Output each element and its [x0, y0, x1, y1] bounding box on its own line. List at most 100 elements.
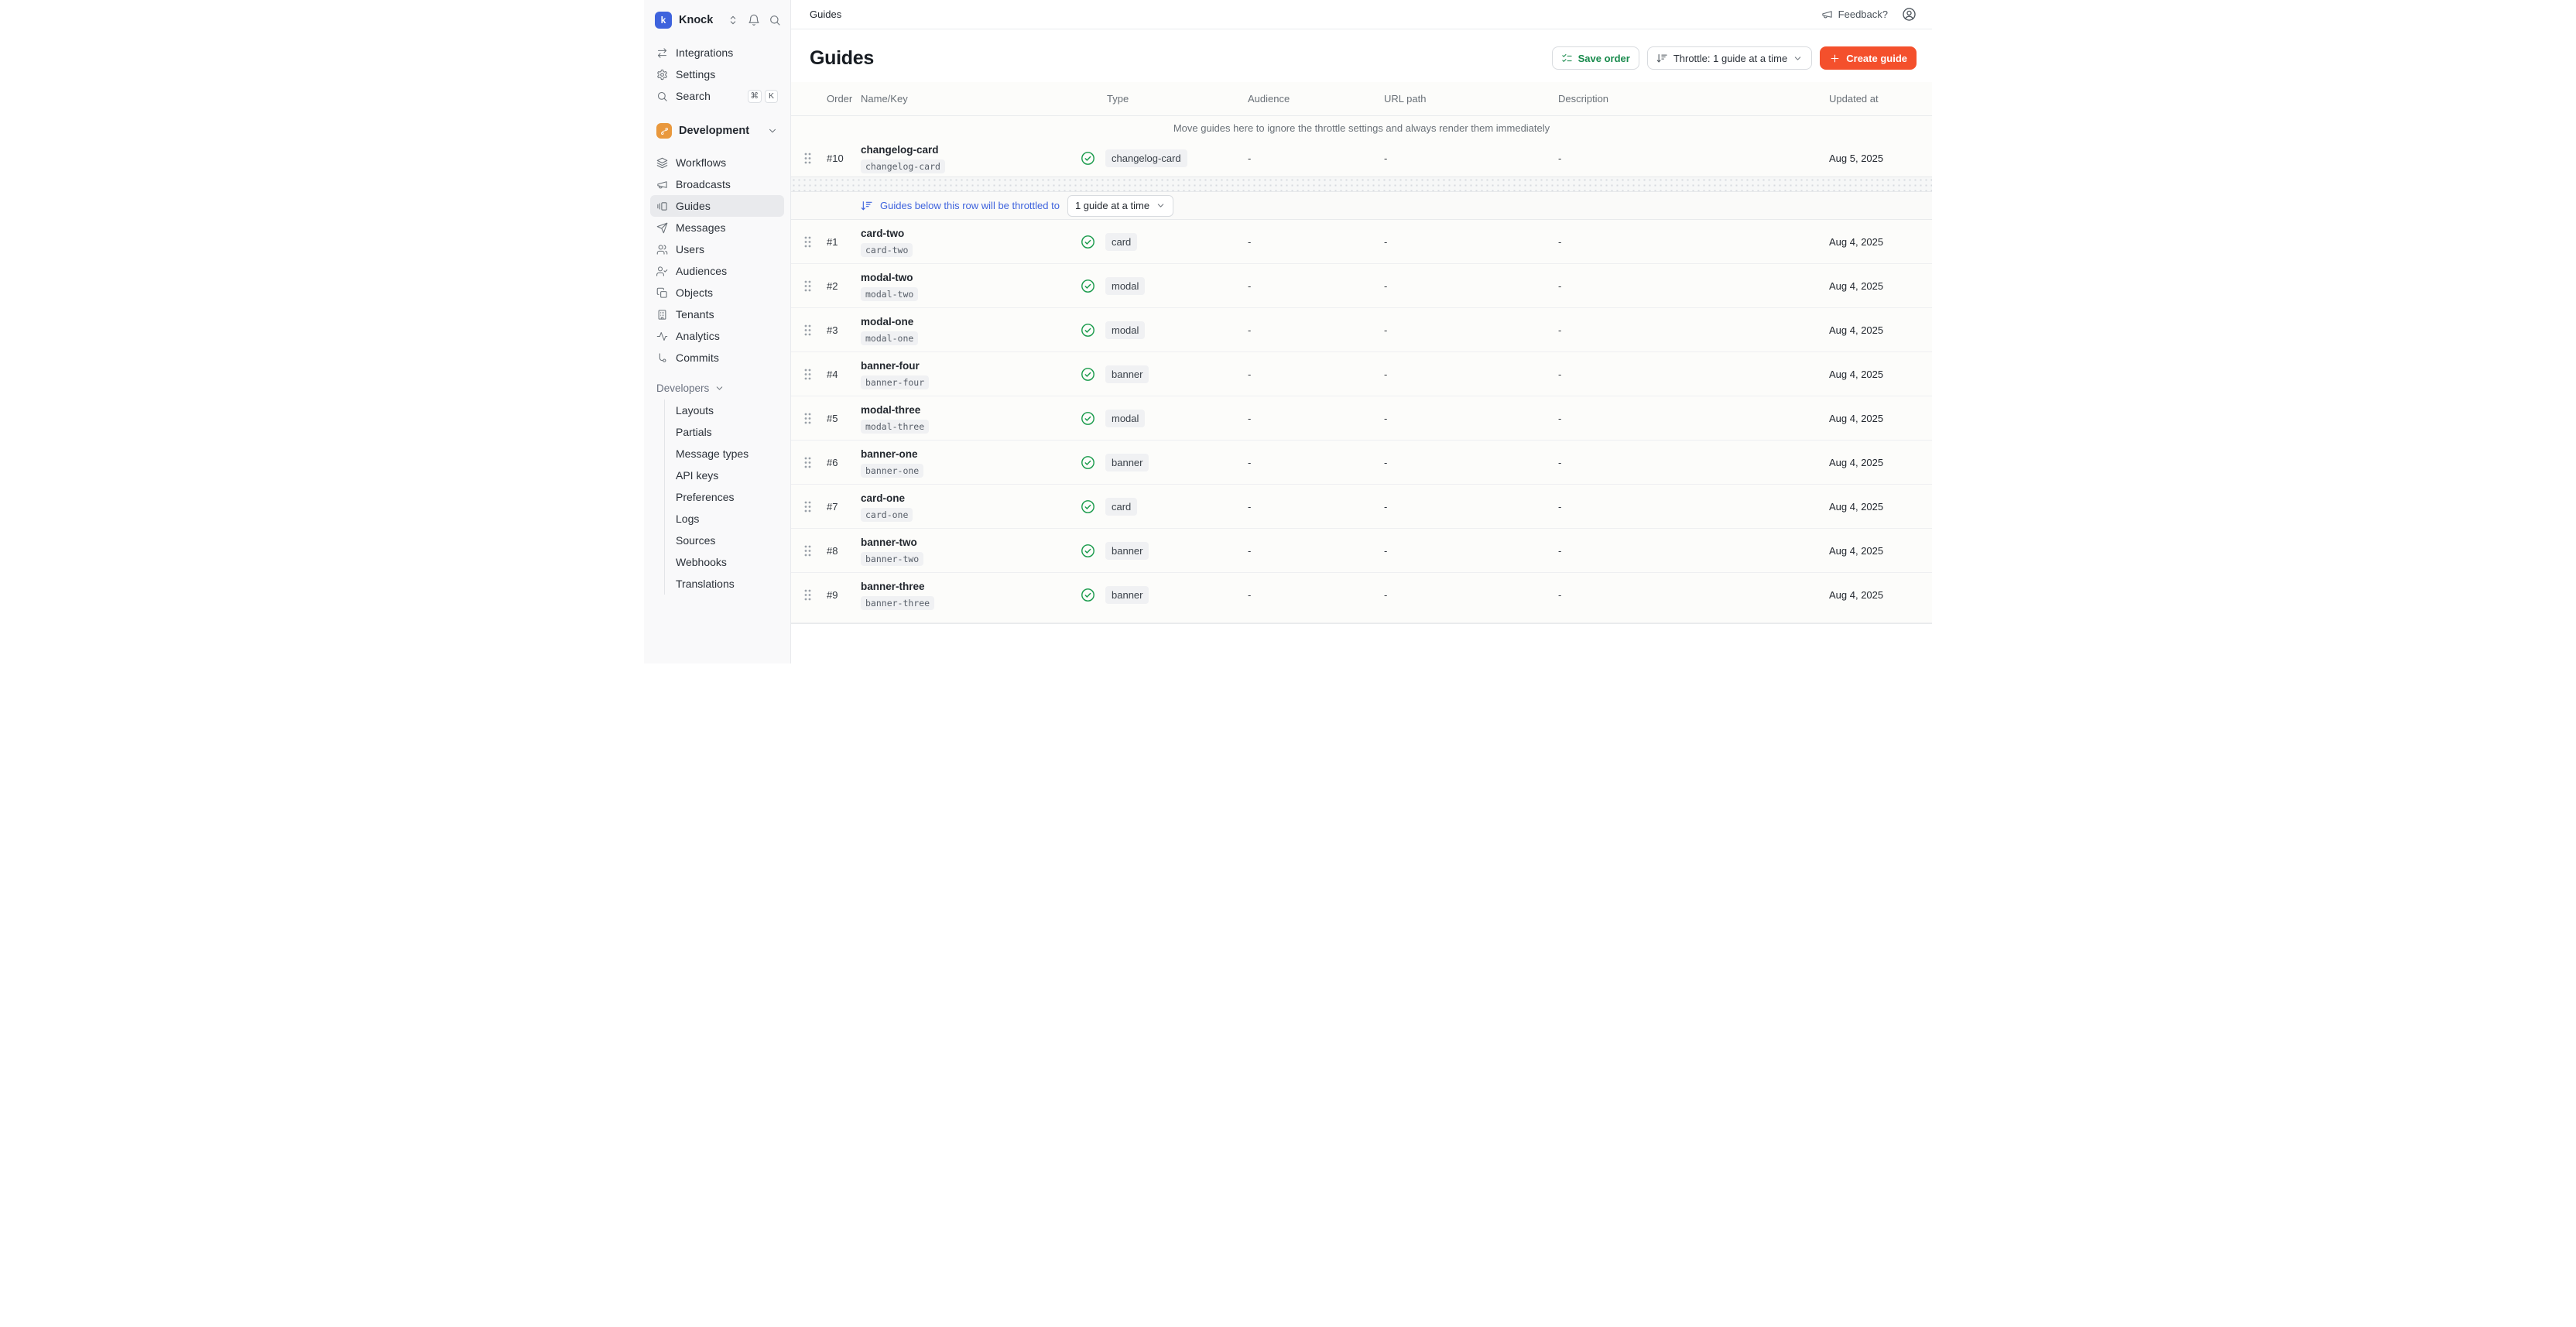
drag-handle-icon[interactable]: [803, 235, 812, 249]
sidebar-item-guides[interactable]: Guides: [650, 195, 784, 217]
guide-row-modal-three[interactable]: #5 modal-three modal-three modal - - - A…: [791, 396, 1932, 441]
guide-description: -: [1558, 545, 1829, 557]
guide-updated-at: Aug 4, 2025: [1829, 545, 1913, 557]
drag-handle-icon[interactable]: [803, 412, 812, 425]
developers-section-toggle[interactable]: Developers: [650, 378, 784, 398]
chevron-down-icon: [1156, 201, 1166, 211]
developers-section: Developers Layouts Partials Message type…: [650, 378, 784, 595]
workspace-switcher[interactable]: k Knock: [650, 6, 784, 34]
sidebar-item-commits[interactable]: Commits: [650, 347, 784, 369]
guide-key-badge: card-one: [861, 508, 913, 522]
guide-audience: -: [1245, 236, 1384, 248]
throttle-count-select[interactable]: 1 guide at a time: [1067, 195, 1173, 217]
search-icon[interactable]: [769, 14, 781, 26]
guide-url-path: -: [1384, 589, 1558, 601]
chevrons-up-down-icon[interactable]: [727, 14, 739, 26]
app-window: k Knock Integrations Settings Search ⌘K …: [644, 0, 1932, 664]
guide-type-badge: modal: [1105, 277, 1145, 295]
guide-row-banner-one[interactable]: #6 banner-one banner-one banner - - - Au…: [791, 441, 1932, 485]
sidebar-item-audiences[interactable]: Audiences: [650, 260, 784, 282]
account-avatar-icon[interactable]: [1902, 7, 1917, 22]
sidebar-item-search[interactable]: Search ⌘K: [650, 85, 784, 107]
sidebar-subitem-api-keys[interactable]: API keys: [666, 465, 784, 486]
sidebar-subitem-logs[interactable]: Logs: [666, 508, 784, 530]
sidebar-item-objects[interactable]: Objects: [650, 282, 784, 303]
sidebar-subitem-webhooks[interactable]: Webhooks: [666, 551, 784, 573]
drag-handle-icon[interactable]: [803, 500, 812, 513]
guide-row-card-one[interactable]: #7 card-one card-one card - - - Aug 4, 2…: [791, 485, 1932, 529]
objects-icon: [656, 287, 668, 299]
guide-audience: -: [1245, 280, 1384, 292]
sidebar-item-workflows[interactable]: Workflows: [650, 152, 784, 173]
sidebar-item-broadcasts[interactable]: Broadcasts: [650, 173, 784, 195]
environment-label: Development: [679, 125, 767, 137]
settings-icon: [656, 69, 668, 81]
pinned-guides-section: #10 changelog-card changelog-card change…: [791, 139, 1932, 177]
guide-row-card-two[interactable]: #1 card-two card-two card - - - Aug 4, 2…: [791, 220, 1932, 264]
guide-audience: -: [1245, 153, 1384, 164]
guide-description: -: [1558, 280, 1829, 292]
notifications-bell-icon[interactable]: [748, 14, 760, 26]
sidebar-subitem-partials[interactable]: Partials: [666, 421, 784, 443]
guide-url-path: -: [1384, 369, 1558, 380]
guide-name: banner-one: [861, 447, 1081, 461]
drag-handle-icon[interactable]: [803, 368, 812, 381]
sidebar-subitem-sources[interactable]: Sources: [666, 530, 784, 551]
col-updated-at: Updated at: [1829, 93, 1913, 105]
guide-name: modal-three: [861, 403, 1081, 417]
guide-order: #2: [827, 280, 861, 292]
guide-description: -: [1558, 457, 1829, 468]
guide-type-badge: banner: [1105, 365, 1149, 383]
sidebar-item-tenants[interactable]: Tenants: [650, 303, 784, 325]
guide-type-badge: banner: [1105, 542, 1149, 560]
guide-row-modal-two[interactable]: #2 modal-two modal-two modal - - - Aug 4…: [791, 264, 1932, 308]
messages-icon: [656, 222, 668, 234]
sidebar-item-messages[interactable]: Messages: [650, 217, 784, 238]
sidebar-subitem-layouts[interactable]: Layouts: [666, 399, 784, 421]
guide-row-banner-three[interactable]: #9 banner-three banner-three banner - - …: [791, 573, 1932, 623]
sidebar-subitem-message-types[interactable]: Message types: [666, 443, 784, 465]
drag-handle-icon[interactable]: [803, 324, 812, 337]
save-order-button[interactable]: Save order: [1552, 46, 1639, 70]
guide-updated-at: Aug 5, 2025: [1829, 153, 1913, 164]
guide-description: -: [1558, 236, 1829, 248]
create-guide-button[interactable]: Create guide: [1820, 46, 1917, 70]
guide-row-banner-two[interactable]: #8 banner-two banner-two banner - - - Au…: [791, 529, 1932, 573]
col-type: Type: [1081, 93, 1245, 105]
drag-handle-icon[interactable]: [803, 279, 812, 293]
guide-updated-at: Aug 4, 2025: [1829, 457, 1913, 468]
guide-row-modal-one[interactable]: #3 modal-one modal-one modal - - - Aug 4…: [791, 308, 1932, 352]
keycap: ⌘: [748, 90, 762, 103]
drag-handle-icon[interactable]: [803, 544, 812, 557]
guide-order: #4: [827, 369, 861, 380]
status-active-icon: [1081, 151, 1095, 166]
guide-updated-at: Aug 4, 2025: [1829, 501, 1913, 513]
drag-handle-icon[interactable]: [803, 456, 812, 469]
sidebar-item-users[interactable]: Users: [650, 238, 784, 260]
feedback-button[interactable]: Feedback?: [1821, 9, 1888, 20]
sidebar-item-analytics[interactable]: Analytics: [650, 325, 784, 347]
col-description: Description: [1558, 93, 1829, 105]
throttle-dropdown-button[interactable]: Throttle: 1 guide at a time: [1647, 46, 1812, 70]
guide-order: #9: [827, 589, 861, 601]
environment-icon: [656, 123, 672, 139]
sidebar-item-integrations[interactable]: Integrations: [650, 42, 784, 63]
environment-selector[interactable]: Development: [650, 119, 784, 142]
sidebar-subitem-translations[interactable]: Translations: [666, 573, 784, 595]
guide-row-changelog-card[interactable]: #10 changelog-card changelog-card change…: [791, 139, 1932, 177]
guide-updated-at: Aug 4, 2025: [1829, 369, 1913, 380]
drag-handle-icon[interactable]: [803, 588, 812, 602]
sidebar-subitem-preferences[interactable]: Preferences: [666, 486, 784, 508]
guide-description: -: [1558, 324, 1829, 336]
ignore-throttle-hint: Move guides here to ignore the throttle …: [791, 116, 1932, 139]
search-icon: [656, 91, 668, 102]
topbar: Guides Feedback?: [791, 0, 1932, 29]
developers-subnav: Layouts Partials Message types API keys …: [664, 399, 784, 595]
guide-url-path: -: [1384, 280, 1558, 292]
guide-row-banner-four[interactable]: #4 banner-four banner-four banner - - - …: [791, 352, 1932, 396]
throttle-divider-text: Guides below this row will be throttled …: [880, 200, 1060, 211]
checklist-icon: [1561, 53, 1573, 64]
guide-key-badge: banner-one: [861, 464, 923, 478]
sidebar-item-settings[interactable]: Settings: [650, 63, 784, 85]
drag-handle-icon[interactable]: [803, 152, 812, 165]
